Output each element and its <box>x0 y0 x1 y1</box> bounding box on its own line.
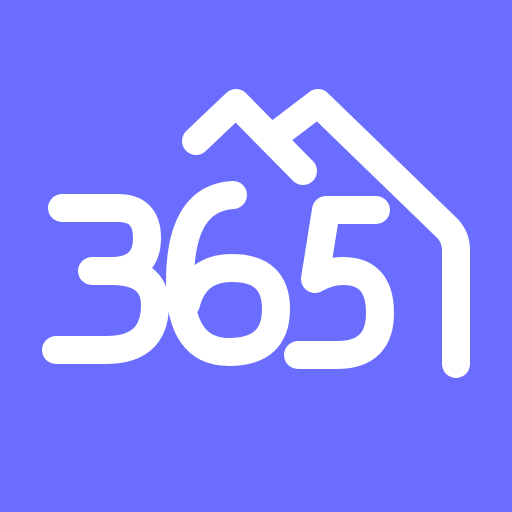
app-icon: 365 <box>0 0 512 512</box>
logo-background <box>0 0 512 512</box>
logo-graphic <box>0 0 512 512</box>
